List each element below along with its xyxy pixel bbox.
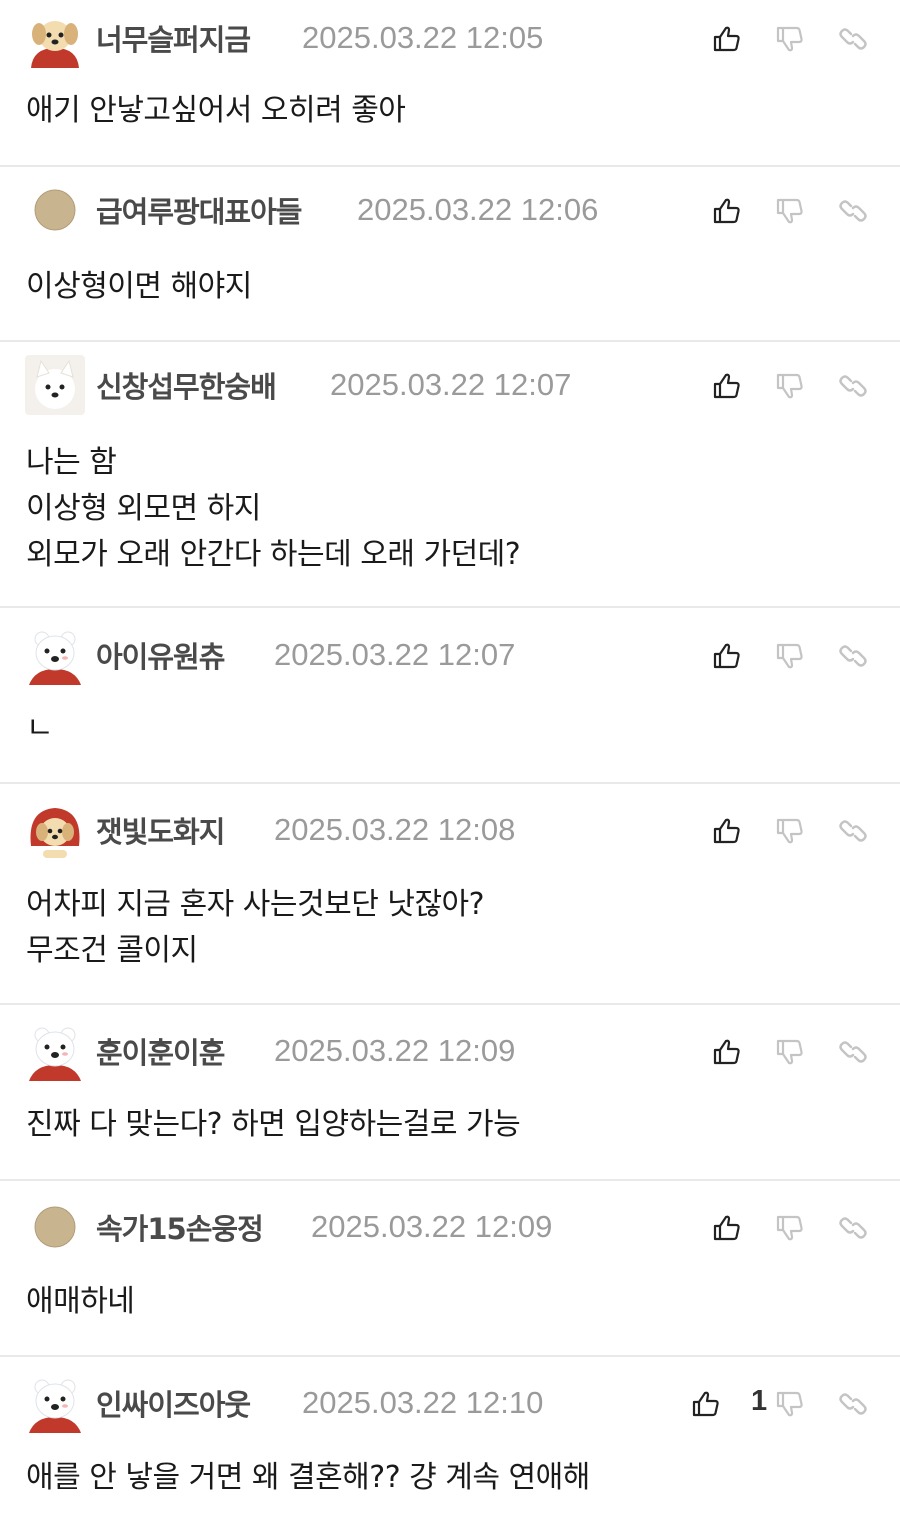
white-dog-icon[interactable] — [25, 355, 85, 415]
comment-item: 잿빛도화지 2025.03.22 12:08 어차피 지금 혼자 사는것보단 낫… — [0, 784, 900, 1005]
link-button[interactable] — [836, 1211, 870, 1245]
thumbs-up-icon — [713, 1215, 740, 1241]
thumbs-up-icon — [692, 1391, 719, 1417]
comment-actions — [700, 8, 900, 68]
comment-actions — [700, 800, 900, 860]
like-button[interactable] — [710, 22, 744, 56]
dislike-button[interactable] — [773, 369, 807, 403]
like-button[interactable] — [710, 1035, 744, 1069]
timestamp: 2025.03.22 12:10 — [302, 1385, 544, 1420]
comment-item: 아이유원츄 2025.03.22 12:07 ㄴ — [0, 608, 900, 784]
thumbs-down-icon — [776, 1215, 803, 1241]
puppy-red-hood-icon[interactable] — [25, 800, 85, 860]
thumbs-down-icon — [776, 643, 803, 669]
comment-text: 애매하네 — [26, 1284, 135, 1319]
timestamp: 2025.03.22 12:06 — [357, 192, 599, 227]
thumbs-up-icon — [713, 818, 740, 844]
comment-text: 애기 안낳고싶어서 오히려 좋아 — [26, 93, 406, 128]
thumbs-down-icon — [776, 818, 803, 844]
nickname[interactable]: 잿빛도화지 — [96, 809, 225, 851]
like-button[interactable] — [710, 814, 744, 848]
link-icon — [839, 28, 867, 50]
thumbs-down-icon — [776, 1039, 803, 1065]
comment-text: 나는 함 이상형 외모면 하지 외모가 오래 안간다 하는데 오래 가던데? — [26, 445, 521, 572]
link-button[interactable] — [836, 639, 870, 673]
default-circle-icon[interactable] — [25, 1197, 85, 1257]
dislike-button[interactable] — [773, 1211, 807, 1245]
comment-actions — [700, 1021, 900, 1081]
timestamp: 2025.03.22 12:09 — [274, 1033, 516, 1068]
nickname[interactable]: 아이유원츄 — [96, 634, 225, 676]
like-button[interactable] — [710, 639, 744, 673]
dislike-button[interactable] — [773, 1035, 807, 1069]
link-button[interactable] — [836, 22, 870, 56]
dislike-button[interactable] — [773, 22, 807, 56]
link-icon — [839, 1217, 867, 1239]
link-button[interactable] — [836, 369, 870, 403]
thumbs-up-icon — [713, 373, 740, 399]
dislike-button[interactable] — [773, 814, 807, 848]
thumbs-down-icon — [776, 198, 803, 224]
comment-text: 이상형이면 해야지 — [26, 269, 252, 304]
comment-text: 어차피 지금 혼자 사는것보단 낫잖아? 무조건 콜이지 — [26, 887, 485, 968]
dislike-button[interactable] — [773, 639, 807, 673]
thumbs-up-icon — [713, 1039, 740, 1065]
comment-actions — [700, 355, 900, 415]
timestamp: 2025.03.22 12:07 — [330, 367, 572, 402]
timestamp: 2025.03.22 12:08 — [274, 812, 516, 847]
puppy-red-scarf-icon[interactable] — [25, 8, 85, 68]
comment-text: 진짜 다 맞는다? 하면 입양하는걸로 가능 — [26, 1107, 521, 1142]
comment-item: 너무슬퍼지금 2025.03.22 12:05 애기 안낳고싶어서 오히려 좋아 — [0, 0, 900, 167]
link-icon — [839, 645, 867, 667]
timestamp: 2025.03.22 12:09 — [311, 1209, 553, 1244]
thumbs-up-icon — [713, 26, 740, 52]
dislike-button[interactable] — [773, 194, 807, 228]
timestamp: 2025.03.22 12:07 — [274, 637, 516, 672]
comment-actions — [700, 180, 900, 240]
nickname[interactable]: 속가15손웅정 — [96, 1206, 264, 1248]
link-icon — [839, 375, 867, 397]
thumbs-down-icon — [776, 373, 803, 399]
default-circle-icon[interactable] — [25, 180, 85, 240]
thumbs-down-icon — [776, 26, 803, 52]
comment-list: 너무슬퍼지금 2025.03.22 12:05 애기 안낳고싶어서 오히려 좋아 — [0, 0, 900, 1528]
comment-actions — [700, 1197, 900, 1257]
comment-item: 신창섭무한숭배 2025.03.22 12:07 나는 함 이상형 외모면 하지… — [0, 342, 900, 608]
thumbs-up-icon — [713, 198, 740, 224]
nickname[interactable]: 신창섭무한숭배 — [96, 364, 277, 406]
link-icon — [839, 1041, 867, 1063]
like-button[interactable] — [710, 369, 744, 403]
link-icon — [839, 1393, 867, 1415]
like-button[interactable] — [710, 1211, 744, 1245]
comment-text: 애를 안 낳을 거면 왜 결혼해?? 걍 계속 연애해 — [26, 1460, 590, 1495]
comment-item: 훈이훈이훈 2025.03.22 12:09 진짜 다 맞는다? 하면 입양하는… — [0, 1005, 900, 1181]
link-icon — [839, 820, 867, 842]
like-button[interactable] — [710, 194, 744, 228]
link-button[interactable] — [836, 194, 870, 228]
link-button[interactable] — [836, 814, 870, 848]
comment-actions — [700, 625, 900, 685]
nickname[interactable]: 급여루팡대표아들 — [96, 189, 302, 231]
like-button[interactable] — [689, 1387, 723, 1421]
thumbs-down-icon — [776, 1391, 803, 1417]
link-icon — [839, 200, 867, 222]
comment-text: ㄴ — [26, 711, 54, 746]
like-count: 1 — [751, 1385, 768, 1417]
nickname[interactable]: 훈이훈이훈 — [96, 1030, 225, 1072]
polar-bear-icon[interactable] — [25, 1021, 85, 1081]
nickname[interactable]: 너무슬퍼지금 — [96, 17, 251, 59]
dislike-button[interactable] — [773, 1387, 807, 1421]
comment-item: 인싸이즈아웃 2025.03.22 12:10 1 애를 안 낳을 거면 왜 결… — [0, 1357, 900, 1528]
polar-bear-icon[interactable] — [25, 1373, 85, 1433]
comment-actions: 1 — [692, 1373, 900, 1433]
polar-bear-icon[interactable] — [25, 625, 85, 685]
comment-item: 속가15손웅정 2025.03.22 12:09 애매하네 — [0, 1181, 900, 1357]
link-button[interactable] — [836, 1387, 870, 1421]
link-button[interactable] — [836, 1035, 870, 1069]
nickname[interactable]: 인싸이즈아웃 — [96, 1382, 251, 1424]
comment-item: 급여루팡대표아들 2025.03.22 12:06 이상형이면 해야지 — [0, 167, 900, 342]
timestamp: 2025.03.22 12:05 — [302, 20, 544, 55]
thumbs-up-icon — [713, 643, 740, 669]
